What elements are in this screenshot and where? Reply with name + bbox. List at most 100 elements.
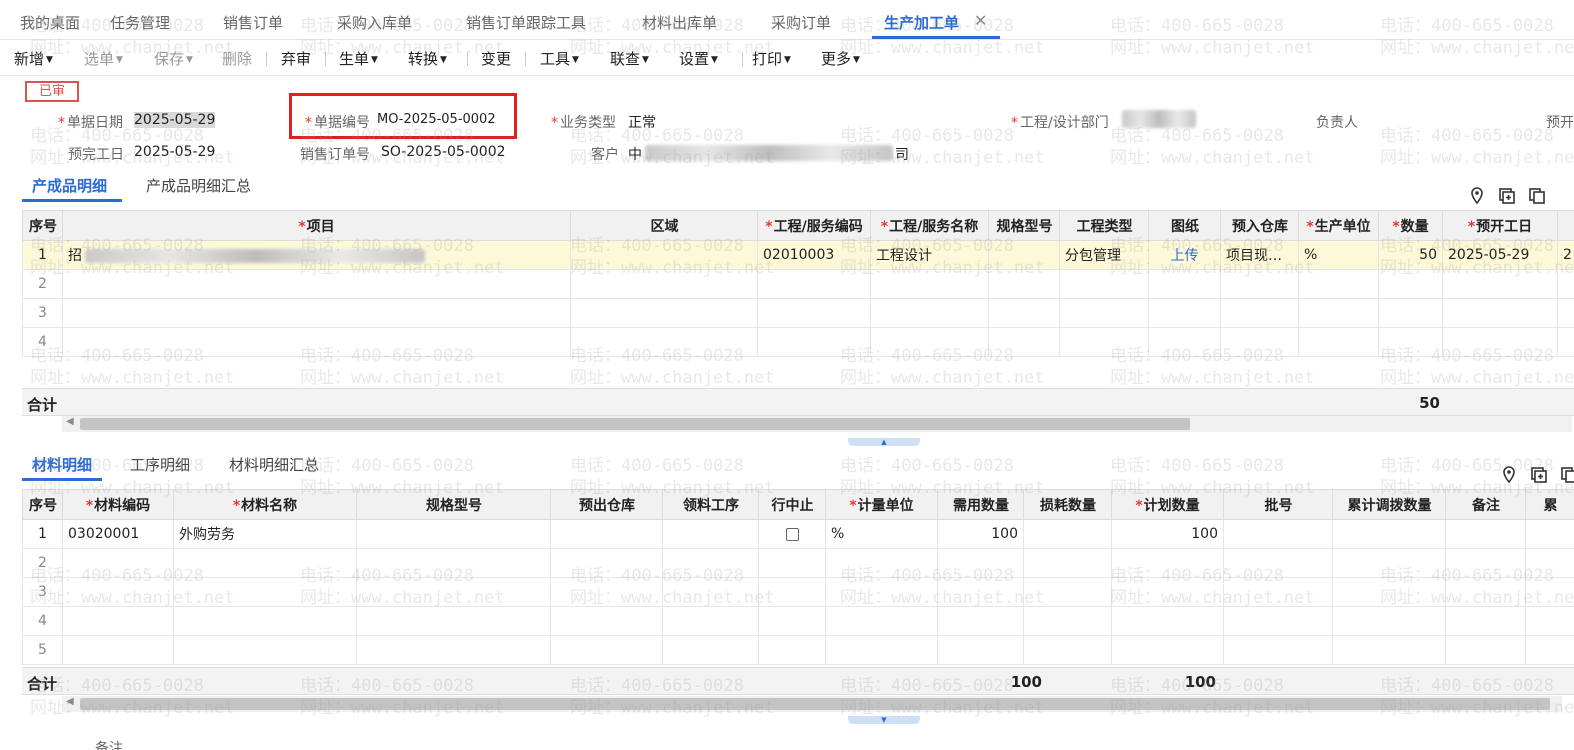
tab-sales-order-tracking[interactable]: 销售订单跟踪工具 [466, 12, 586, 33]
location-icon[interactable] [1499, 465, 1519, 485]
table-row[interactable]: 3 [22, 577, 1574, 607]
column-header[interactable]: 备注 [1445, 489, 1526, 520]
tab-material-outbound[interactable]: 材料出库单 [642, 12, 717, 33]
location-icon[interactable] [1467, 186, 1487, 206]
column-header[interactable]: 工程类型 [1059, 210, 1149, 241]
convert-button[interactable]: 转换 ▼ [408, 48, 447, 69]
column-header[interactable]: *材料名称 [173, 489, 357, 520]
column-header[interactable]: 规格型号 [988, 210, 1060, 241]
material-name-cell[interactable]: 外购劳务 [173, 519, 357, 549]
table-row[interactable]: 2 [22, 269, 1574, 299]
batch-cell[interactable] [1223, 519, 1333, 549]
column-header[interactable]: 领料工序 [662, 489, 759, 520]
warehouse-cell[interactable] [550, 519, 663, 549]
scrollbar-thumb[interactable] [80, 418, 1190, 430]
change-button[interactable]: 变更 [481, 48, 511, 69]
column-header[interactable]: *生产单位 [1298, 210, 1379, 241]
column-header[interactable]: *项目 [62, 210, 571, 241]
tab-product-detail[interactable]: 产成品明细 [32, 175, 107, 196]
settings-button[interactable]: 设置 ▼ [679, 48, 718, 69]
column-header[interactable]: 需用数量 [937, 489, 1024, 520]
transfer-qty-cell[interactable] [1332, 519, 1446, 549]
table-row[interactable]: 4 [22, 606, 1574, 636]
tab-process-detail[interactable]: 工序明细 [130, 454, 190, 475]
column-header[interactable]: *工程/服务编码 [757, 210, 871, 241]
scroll-left-icon[interactable]: ◀ [66, 416, 74, 427]
column-header[interactable]: 规格型号 [356, 489, 551, 520]
column-header[interactable]: 累计调拨数量 [1332, 489, 1446, 520]
table-row[interactable]: 5 [22, 635, 1574, 665]
tab-production-order[interactable]: 生产加工单 [884, 12, 959, 33]
tab-product-summary[interactable]: 产成品明细汇总 [146, 175, 251, 196]
column-header[interactable]: *数量 [1378, 210, 1443, 241]
delete-button[interactable]: 删除 [222, 48, 252, 69]
tab-my-desktop[interactable]: 我的桌面 [20, 12, 80, 33]
spec-cell[interactable] [356, 519, 551, 549]
project-type-cell[interactable]: 分包管理 [1059, 240, 1149, 270]
query-button[interactable]: 联查 ▼ [610, 48, 649, 69]
row-stop-checkbox[interactable] [785, 527, 799, 541]
tab-purchase-receipt[interactable]: 采购入库单 [337, 12, 412, 33]
table-row[interactable]: 1 招 02010003 工程设计 分包管理 上传 项目现… % 50 2025… [22, 240, 1574, 270]
unit-cell[interactable]: % [1298, 240, 1379, 270]
unit-cell[interactable]: % [825, 519, 938, 549]
material-horizontal-scrollbar[interactable]: ◀ [62, 696, 1562, 712]
column-header[interactable]: *工程/服务名称 [870, 210, 989, 241]
doc-no-field[interactable]: MO-2025-05-0002 [377, 112, 496, 127]
product-horizontal-scrollbar[interactable]: ◀ [62, 416, 1572, 432]
material-code-cell[interactable]: 03020001 [62, 519, 174, 549]
plan-qty-cell[interactable]: 100 [1111, 519, 1224, 549]
column-header[interactable]: 序号 [22, 210, 63, 241]
customer-prefix[interactable]: 中 [628, 144, 642, 164]
warehouse-cell[interactable]: 项目现… [1220, 240, 1299, 270]
insert-row-icon[interactable] [1497, 186, 1517, 206]
insert-row-icon[interactable] [1529, 465, 1549, 485]
loss-qty-cell[interactable] [1023, 519, 1112, 549]
abandon-audit-button[interactable]: 弃审 [281, 48, 311, 69]
so-no-field[interactable]: SO-2025-05-0002 [381, 144, 506, 160]
column-header[interactable]: *计量单位 [825, 489, 938, 520]
column-header[interactable]: 累 [1525, 489, 1574, 520]
table-row[interactable]: 2 [22, 548, 1574, 578]
save-button[interactable]: 保存 ▼ [154, 48, 193, 69]
column-header[interactable]: *预开工日 [1442, 210, 1558, 241]
service-code-cell[interactable]: 02010003 [757, 240, 871, 270]
column-header[interactable]: 预入仓库 [1220, 210, 1299, 241]
tab-purchase-order[interactable]: 采购订单 [771, 12, 831, 33]
table-row[interactable]: 1 03020001 外购劳务 % 100 100 [22, 519, 1574, 549]
tab-task-management[interactable]: 任务管理 [110, 12, 170, 33]
select-button[interactable]: 选单 ▼ [84, 48, 123, 69]
start-date-cell[interactable]: 2025-05-29 [1442, 240, 1558, 270]
column-header[interactable]: 区域 [570, 210, 758, 241]
column-header[interactable]: 序号 [22, 489, 63, 520]
biz-type-field[interactable]: 正常 [628, 112, 656, 132]
tools-button[interactable]: 工具 ▼ [540, 48, 579, 69]
close-icon[interactable]: ✕ [974, 11, 987, 30]
generate-button[interactable]: 生单 ▼ [339, 48, 378, 69]
scroll-left-icon[interactable]: ◀ [66, 696, 74, 707]
table-row[interactable]: 3 [22, 298, 1574, 328]
scrollbar-thumb[interactable] [80, 698, 1550, 710]
column-header[interactable]: 损耗数量 [1023, 489, 1112, 520]
column-header[interactable]: *材料编码 [62, 489, 174, 520]
tab-material-summary[interactable]: 材料明细汇总 [229, 454, 319, 475]
spec-cell[interactable] [988, 240, 1060, 270]
copy-row-icon[interactable] [1559, 465, 1574, 485]
area-cell[interactable] [570, 240, 758, 270]
copy-row-icon[interactable] [1527, 186, 1547, 206]
new-button[interactable]: 新增 ▼ [14, 48, 53, 69]
splitter-handle[interactable]: ▼ [848, 716, 920, 724]
splitter-handle[interactable]: ▲ [848, 438, 920, 446]
need-qty-cell[interactable]: 100 [937, 519, 1024, 549]
tab-material-detail[interactable]: 材料明细 [32, 454, 92, 475]
column-header[interactable]: 批号 [1223, 489, 1333, 520]
service-name-cell[interactable]: 工程设计 [870, 240, 989, 270]
project-cell[interactable]: 招 [62, 240, 571, 270]
remark-cell[interactable] [1445, 519, 1526, 549]
column-header[interactable]: 行中止 [758, 489, 826, 520]
process-cell[interactable] [662, 519, 759, 549]
qty-cell[interactable]: 50 [1378, 240, 1443, 270]
print-button[interactable]: 打印 ▼ [752, 48, 791, 69]
column-header[interactable]: 图纸 [1148, 210, 1221, 241]
tab-sales-order[interactable]: 销售订单 [223, 12, 283, 33]
